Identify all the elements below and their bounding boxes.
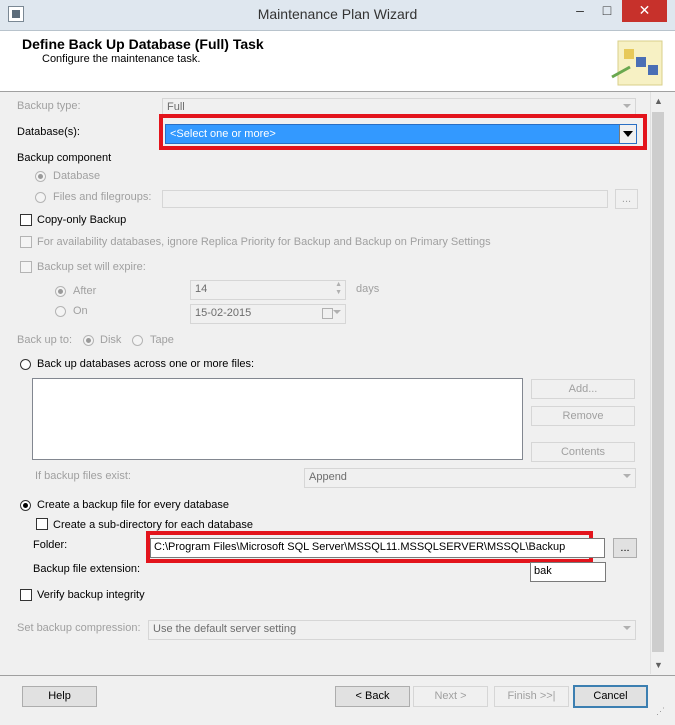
availability-checkbox <box>20 236 32 248</box>
folder-label: Folder: <box>33 539 68 551</box>
close-button[interactable]: ✕ <box>622 0 667 22</box>
wizard-icon <box>611 40 663 86</box>
component-files-radio <box>35 192 46 203</box>
across-files-label: Back up databases across one or more fil… <box>37 358 255 370</box>
add-button: Add... <box>531 379 635 399</box>
on-label: On <box>73 305 88 317</box>
expire-checkbox <box>20 261 32 273</box>
maximize-button[interactable]: □ <box>595 0 619 22</box>
backup-type-label: Backup type: <box>17 100 81 112</box>
extension-label: Backup file extension: <box>33 563 141 575</box>
minimize-button[interactable]: – <box>568 0 592 22</box>
disk-radio <box>83 335 94 346</box>
help-button[interactable]: Help <box>22 686 97 707</box>
on-radio <box>55 306 66 317</box>
availability-label: For availability databases, ignore Repli… <box>37 236 491 248</box>
scroll-up-icon[interactable]: ▲ <box>650 92 667 110</box>
copy-only-checkbox[interactable] <box>20 214 32 226</box>
folder-browse-button[interactable]: ... <box>613 538 637 558</box>
component-files-label: Files and filegroups: <box>53 191 152 203</box>
folder-input[interactable]: C:\Program Files\Microsoft SQL Server\MS… <box>150 538 605 558</box>
finish-button: Finish >>| <box>494 686 569 707</box>
task-options-panel: Backup type: Full Database(s): <Select o… <box>0 92 650 674</box>
after-label: After <box>73 285 97 297</box>
contents-button: Contents <box>531 442 635 462</box>
calendar-icon <box>322 308 333 319</box>
page-subtitle: Configure the maintenance task. <box>42 53 201 65</box>
page-title: Define Back Up Database (Full) Task <box>22 36 264 52</box>
subdir-checkbox[interactable] <box>36 518 48 530</box>
compression-select: Use the default server setting <box>148 620 636 640</box>
databases-label: Database(s): <box>17 126 80 138</box>
disk-label: Disk <box>100 334 122 346</box>
expire-label: Backup set will expire: <box>37 261 146 273</box>
backup-component-label: Backup component <box>17 152 112 164</box>
verify-label: Verify backup integrity <box>37 589 145 601</box>
footer-divider <box>0 675 675 676</box>
across-files-radio[interactable] <box>20 359 31 370</box>
chevron-down-icon <box>333 310 341 314</box>
extension-input[interactable]: bak <box>530 562 606 582</box>
verify-checkbox[interactable] <box>20 589 32 601</box>
cancel-button[interactable]: Cancel <box>573 685 648 708</box>
copy-only-label: Copy-only Backup <box>37 214 127 226</box>
chevron-down-icon <box>623 474 631 478</box>
compression-label: Set backup compression: <box>17 622 141 634</box>
tape-label: Tape <box>150 334 174 346</box>
backup-to-label: Back up to: <box>17 334 73 346</box>
databases-select[interactable]: <Select one or more> <box>165 124 637 144</box>
component-database-label: Database <box>53 170 101 182</box>
after-days-stepper: 14 ▲ ▼ <box>190 280 346 300</box>
if-exists-select: Append <box>304 468 636 488</box>
scroll-down-icon[interactable]: ▼ <box>650 656 667 674</box>
tape-radio <box>132 335 143 346</box>
back-button[interactable]: < Back <box>335 686 410 707</box>
create-file-radio[interactable] <box>20 500 31 511</box>
component-database-radio <box>35 171 46 182</box>
chevron-down-icon <box>623 626 631 630</box>
remove-button: Remove <box>531 406 635 426</box>
resize-grip-icon[interactable]: ⋰ <box>656 707 668 720</box>
subdir-label: Create a sub-directory for each database <box>53 519 253 531</box>
after-radio <box>55 286 66 297</box>
next-button: Next > <box>413 686 488 707</box>
filegroups-field <box>162 190 608 208</box>
spin-icon: ▲ ▼ <box>335 281 342 296</box>
wizard-header: Define Back Up Database (Full) Task Conf… <box>0 31 675 92</box>
if-exists-label: If backup files exist: <box>35 470 131 482</box>
create-file-label: Create a backup file for every database <box>37 499 230 511</box>
chevron-down-icon[interactable] <box>619 125 636 143</box>
scroll-thumb[interactable] <box>652 112 664 652</box>
chevron-down-icon <box>623 104 631 108</box>
filegroups-browse-button: ... <box>615 189 638 209</box>
on-date-picker: 15-02-2015 <box>190 304 346 324</box>
backup-files-list[interactable] <box>32 378 523 460</box>
days-label: days <box>356 283 380 295</box>
